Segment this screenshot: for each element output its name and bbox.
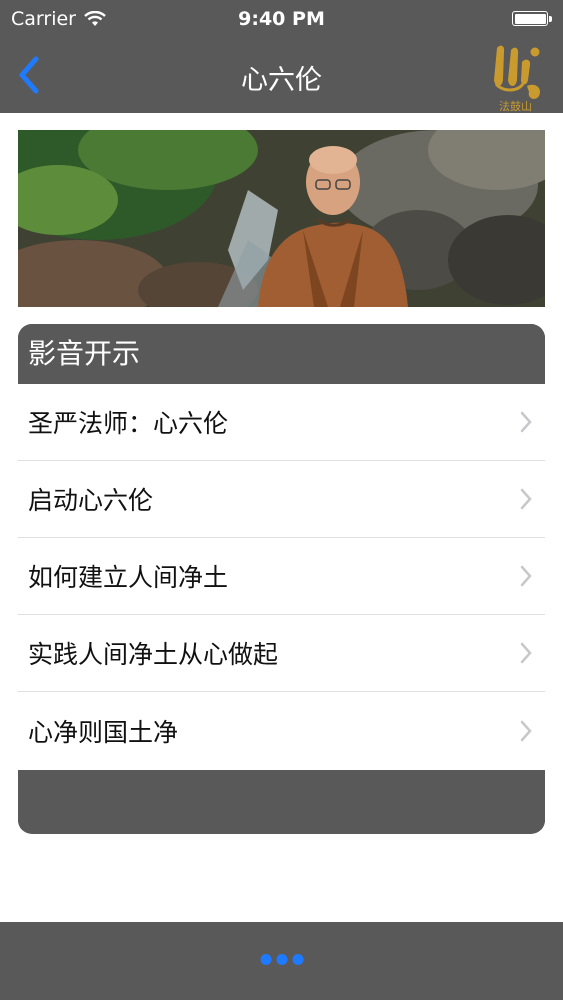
list-item-label: 启动心六伦 [28,486,154,515]
battery-icon [512,10,552,27]
chevron-right-icon [520,642,532,664]
clock: 9:40 PM [238,8,325,30]
list-item[interactable]: 实践人间净土从心做起 [18,615,545,692]
chevron-right-icon [520,720,532,742]
list-item-label: 心净则国土净 [28,718,179,747]
chevron-right-icon [520,565,532,587]
list-item-label: 实践人间净土从心做起 [28,640,279,669]
logo-text: 法鼓山 [499,99,532,112]
list-item[interactable]: 心净则国土净 [18,692,545,770]
navigation-bar: 心六伦 法鼓山 [0,38,563,113]
chevron-right-icon [520,488,532,510]
chevron-right-icon [520,411,532,433]
list-item[interactable]: 如何建立人间净土 [18,538,545,615]
list-item-label: 如何建立人间净土 [28,563,229,592]
section-footer [18,770,545,830]
hero-image [18,130,545,307]
list-item[interactable]: 启动心六伦 [18,461,545,538]
top-bar: Carrier 9:40 PM 心六伦 法鼓山 [0,0,563,113]
list-item[interactable]: 圣严法师：心六伦 [18,384,545,461]
bottom-toolbar [0,922,563,1000]
section-title: 影音开示 [18,324,545,384]
page-title: 心六伦 [241,65,322,96]
more-dots-icon[interactable] [260,954,303,965]
status-bar: Carrier 9:40 PM [0,0,563,38]
dharma-drum-logo-icon: 法鼓山 [491,40,545,113]
section-panel: 影音开示 圣严法师：心六伦 启动心六伦 如何建立人间净土 实践人间净土从心做起 … [18,324,545,834]
app-screen: Carrier 9:40 PM 心六伦 法鼓山 影音开示 圣严法师：心六伦 启动… [0,0,563,1000]
list-item-label: 圣严法师：心六伦 [28,409,229,438]
section-list: 圣严法师：心六伦 启动心六伦 如何建立人间净土 实践人间净土从心做起 心净则国土… [18,384,545,770]
battery-level [514,13,546,24]
